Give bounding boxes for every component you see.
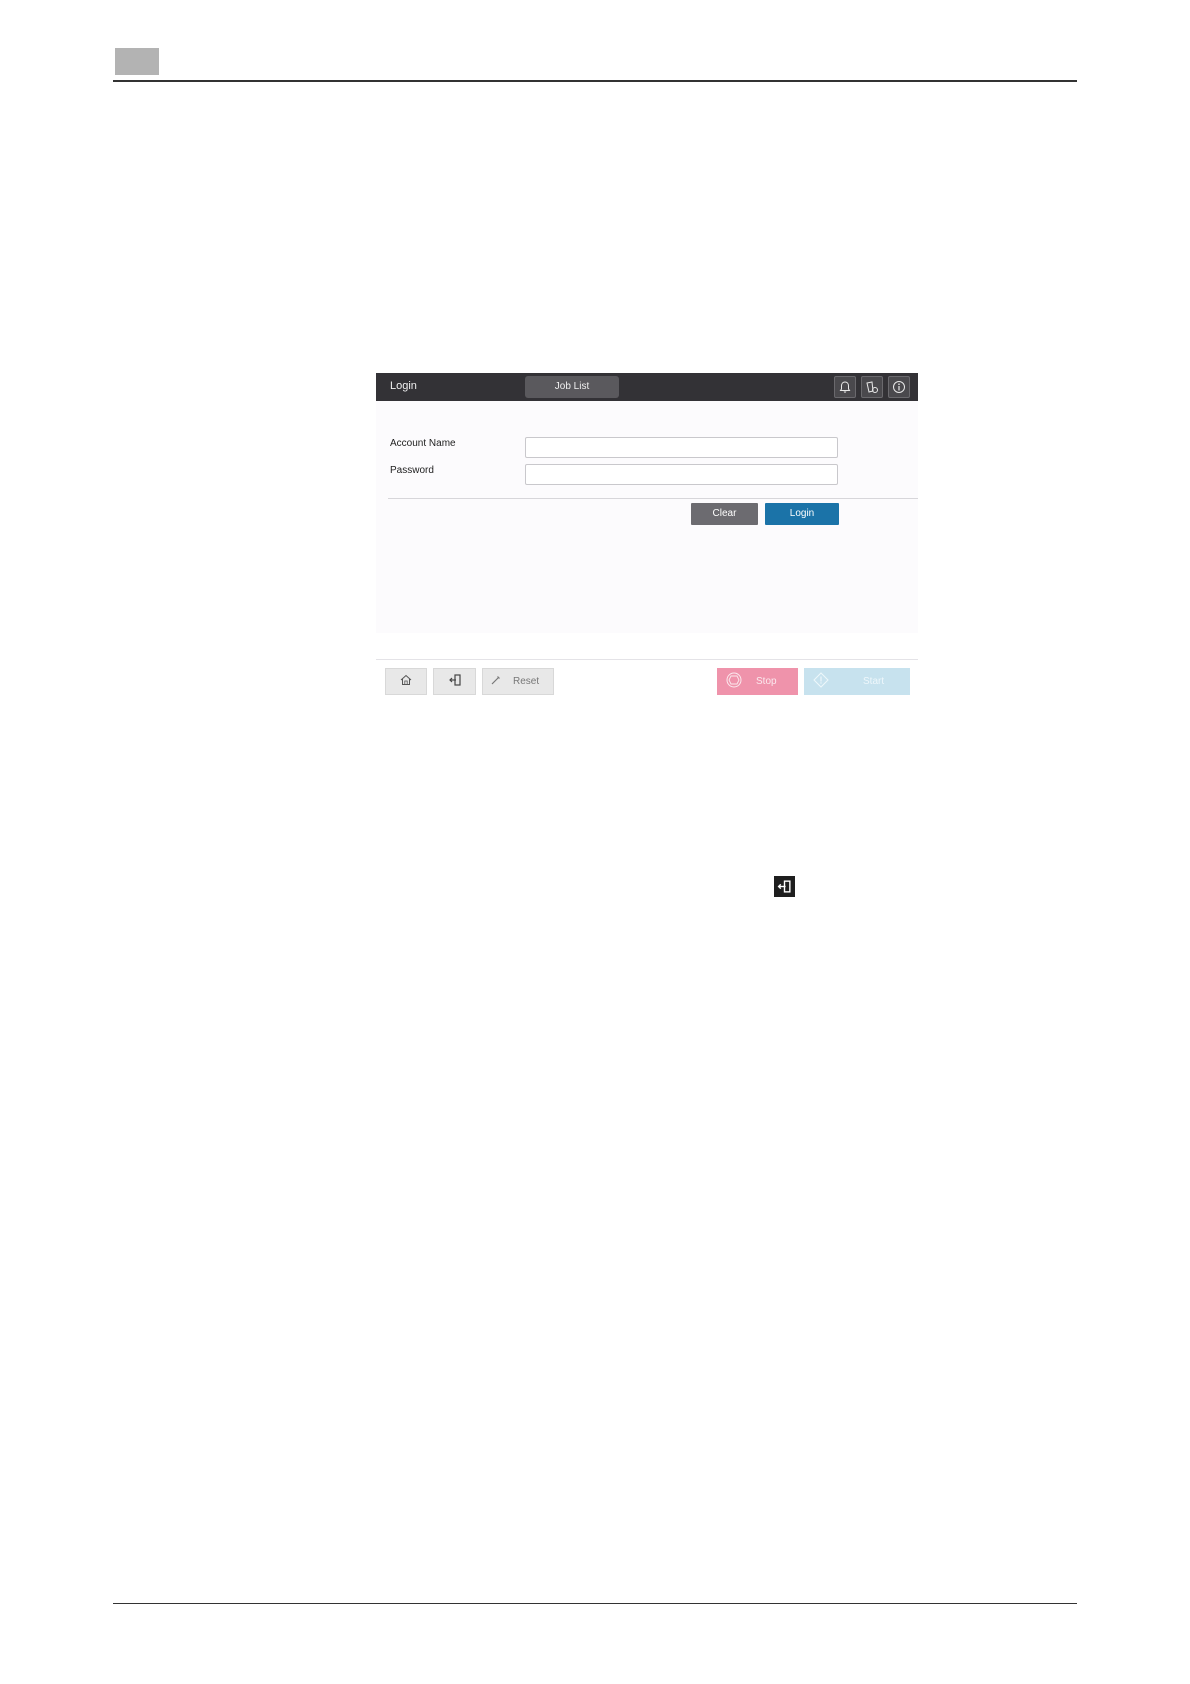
home-button[interactable]	[385, 668, 427, 695]
password-input[interactable]	[525, 464, 838, 485]
login-button[interactable]: Login	[765, 503, 839, 525]
reset-icon	[491, 675, 501, 688]
reset-button[interactable]: Reset	[482, 668, 554, 695]
start-button[interactable]: Start	[804, 668, 910, 695]
logout-icon	[774, 876, 795, 897]
account-name-label: Account Name	[390, 438, 456, 449]
stop-button[interactable]: Stop	[717, 668, 798, 695]
bottom-bar-divider	[376, 659, 918, 660]
panel-topbar: Login Job List	[376, 373, 918, 401]
stop-icon	[726, 672, 742, 691]
stop-label: Stop	[756, 676, 777, 687]
device-status-icon[interactable]	[861, 376, 883, 398]
start-icon	[813, 672, 829, 691]
chapter-tab	[115, 48, 159, 75]
manual-page: Login Job List Account Name Password Cle…	[0, 0, 1190, 1684]
password-label: Password	[390, 465, 434, 476]
start-label: Start	[863, 676, 885, 687]
account-name-input[interactable]	[525, 437, 838, 458]
info-icon[interactable]	[888, 376, 910, 398]
screen-title: Login	[390, 380, 417, 392]
job-list-button[interactable]: Job List	[525, 376, 619, 398]
logout-icon	[448, 673, 462, 690]
footer-rule	[113, 1603, 1077, 1604]
reset-label: Reset	[513, 676, 540, 687]
control-panel-screen: Login Job List	[376, 373, 918, 695]
clear-button[interactable]: Clear	[691, 503, 758, 525]
home-icon	[399, 673, 413, 690]
header-rule	[113, 80, 1077, 82]
bell-icon[interactable]	[834, 376, 856, 398]
logout-button[interactable]	[433, 668, 476, 695]
form-divider	[388, 498, 918, 499]
